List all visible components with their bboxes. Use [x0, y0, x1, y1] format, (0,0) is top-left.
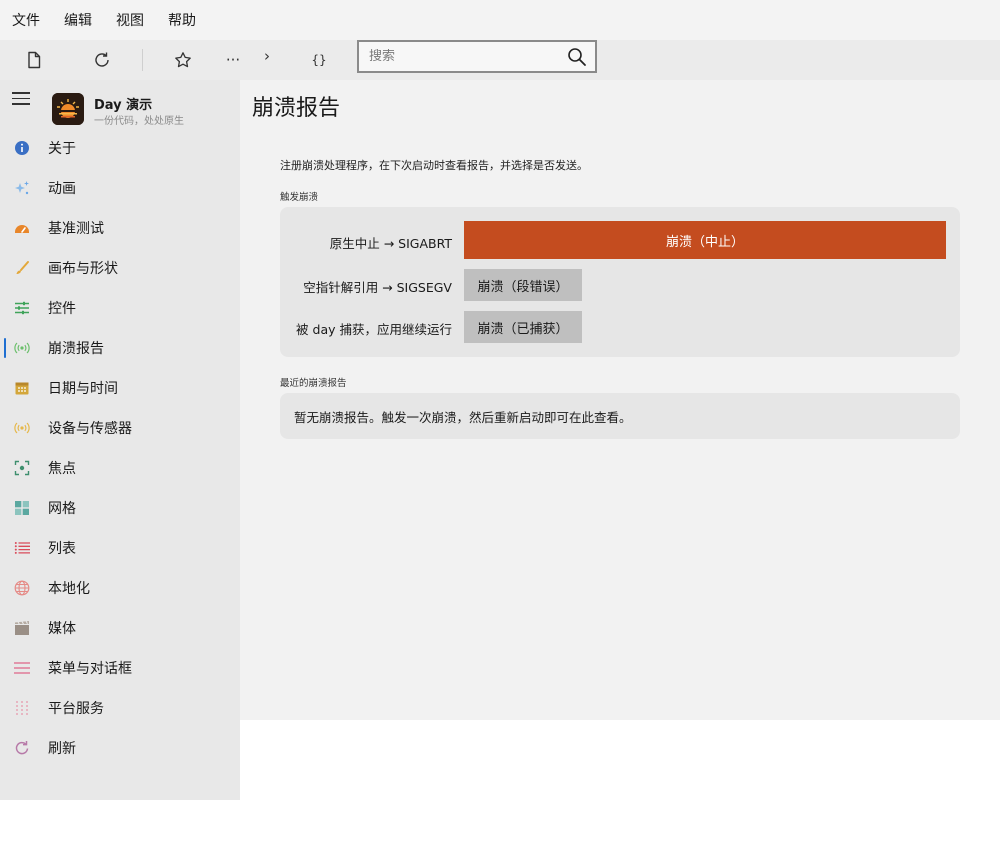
sidebar-item-label: 基准测试: [48, 221, 104, 237]
menu-view[interactable]: 视图: [116, 10, 144, 30]
broadcast-icon: [14, 342, 30, 354]
sidebar-item-label: 日期与时间: [48, 381, 118, 397]
sidebar-item-label: 控件: [48, 301, 76, 317]
menu-file[interactable]: 文件: [12, 10, 40, 30]
sidebar-item-datetime[interactable]: 日期与时间: [0, 368, 240, 408]
sidebar-item-label: 关于: [48, 141, 76, 157]
row-label-sigabrt: 原生中止 → SIGABRT: [329, 236, 452, 251]
search-icon[interactable]: [567, 47, 587, 67]
sidebar: Day 演示 一份代码，处处原生 关于 动画 基准测试 画布与形状 控件 崩溃报…: [0, 80, 240, 800]
trigger-section-label: 触发崩溃: [280, 192, 319, 203]
app-subtitle: 一份代码，处处原生: [94, 116, 184, 127]
recent-reports-card: 暂无崩溃报告。触发一次崩溃，然后重新启动即可在此查看。: [280, 393, 960, 439]
favorite-button[interactable]: [171, 48, 195, 72]
braces-button[interactable]: {}: [307, 48, 331, 72]
sidebar-item-menus-dialogs[interactable]: 菜单与对话框: [0, 648, 240, 688]
sidebar-item-label: 网格: [48, 501, 76, 517]
sidebar-item-label: 动画: [48, 181, 76, 197]
sidebar-item-focus[interactable]: 焦点: [0, 448, 240, 488]
sidebar-item-label: 画布与形状: [48, 261, 118, 277]
sidebar-item-about[interactable]: 关于: [0, 128, 240, 168]
sidebar-item-list[interactable]: 列表: [0, 528, 240, 568]
trigger-crash-card: 原生中止 → SIGABRT 崩溃（中止） 空指针解引用 → SIGSEGV 崩…: [280, 207, 960, 357]
file-icon: [28, 51, 41, 69]
sidebar-item-canvas[interactable]: 画布与形状: [0, 248, 240, 288]
sidebar-item-refresh[interactable]: 刷新: [0, 728, 240, 768]
grid-icon: [15, 501, 29, 515]
sparkle-icon: [15, 181, 29, 195]
sidebar-item-crash-report[interactable]: 崩溃报告: [0, 328, 240, 368]
sidebar-item-localization[interactable]: 本地化: [0, 568, 240, 608]
clapperboard-icon: [15, 620, 29, 635]
menu-help[interactable]: 帮助: [168, 10, 196, 30]
new-file-button[interactable]: [22, 48, 46, 72]
app-title: Day 演示: [94, 98, 153, 113]
sidebar-item-label: 崩溃报告: [48, 341, 104, 357]
search-input[interactable]: [369, 49, 567, 64]
calendar-icon: [15, 382, 29, 395]
sidebar-item-label: 媒体: [48, 621, 76, 637]
focus-icon: [14, 460, 30, 476]
sensor-icon: [14, 422, 30, 434]
sidebar-item-label: 刷新: [48, 741, 76, 757]
intro-text: 注册崩溃处理程序，在下次启动时查看报告，并选择是否发送。: [280, 159, 588, 172]
more-button[interactable]: ···: [221, 48, 245, 72]
crash-caught-button[interactable]: 崩溃（已捕获）: [464, 311, 582, 343]
toolbar-divider: [142, 49, 143, 71]
brush-icon: [16, 261, 29, 274]
sidebar-item-label: 列表: [48, 541, 76, 557]
crash-abort-button[interactable]: 崩溃（中止）: [464, 221, 946, 259]
globe-icon: [14, 580, 30, 596]
refresh-icon: [15, 741, 29, 755]
sidebar-item-grid[interactable]: 网格: [0, 488, 240, 528]
row-label-sigsegv: 空指针解引用 → SIGSEGV: [303, 280, 452, 295]
menu-lines-icon: [14, 662, 30, 674]
sidebar-item-label: 菜单与对话框: [48, 661, 132, 677]
star-icon: [175, 52, 191, 68]
recent-section-label: 最近的崩溃报告: [280, 378, 347, 389]
row-label-caught: 被 day 捕获，应用继续运行: [296, 322, 452, 337]
page-title: 崩溃报告: [252, 96, 341, 121]
app-logo: [52, 93, 84, 125]
sidebar-item-benchmark[interactable]: 基准测试: [0, 208, 240, 248]
sidebar-item-controls[interactable]: 控件: [0, 288, 240, 328]
info-icon: [15, 141, 29, 155]
menu-bar: 文件 编辑 视图 帮助: [0, 0, 1000, 40]
sidebar-item-label: 焦点: [48, 461, 76, 477]
list-icon: [14, 542, 30, 554]
menu-edit[interactable]: 编辑: [64, 10, 92, 30]
chevron-right-icon[interactable]: ›: [255, 44, 279, 68]
crash-segfault-button[interactable]: 崩溃（段错误）: [464, 269, 582, 301]
hamburger-menu-icon[interactable]: [12, 92, 30, 106]
dots-grid-icon: [16, 701, 28, 715]
sidebar-item-label: 平台服务: [48, 701, 104, 717]
sidebar-nav: 关于 动画 基准测试 画布与形状 控件 崩溃报告 日期与时间 设备与传感器 焦点…: [0, 128, 240, 768]
speedometer-icon: [15, 225, 29, 233]
empty-state-text: 暂无崩溃报告。触发一次崩溃，然后重新启动即可在此查看。: [294, 410, 632, 425]
search-box: [357, 40, 597, 73]
sliders-icon: [15, 301, 29, 315]
sidebar-item-label: 设备与传感器: [48, 421, 132, 437]
sidebar-item-label: 本地化: [48, 581, 90, 597]
sidebar-item-platform-services[interactable]: 平台服务: [0, 688, 240, 728]
main-content: 崩溃报告 注册崩溃处理程序，在下次启动时查看报告，并选择是否发送。 触发崩溃 原…: [240, 80, 1000, 720]
sidebar-item-media[interactable]: 媒体: [0, 608, 240, 648]
sidebar-item-sensors[interactable]: 设备与传感器: [0, 408, 240, 448]
refresh-icon: [95, 52, 109, 67]
reload-button[interactable]: [90, 48, 114, 72]
sidebar-item-animation[interactable]: 动画: [0, 168, 240, 208]
